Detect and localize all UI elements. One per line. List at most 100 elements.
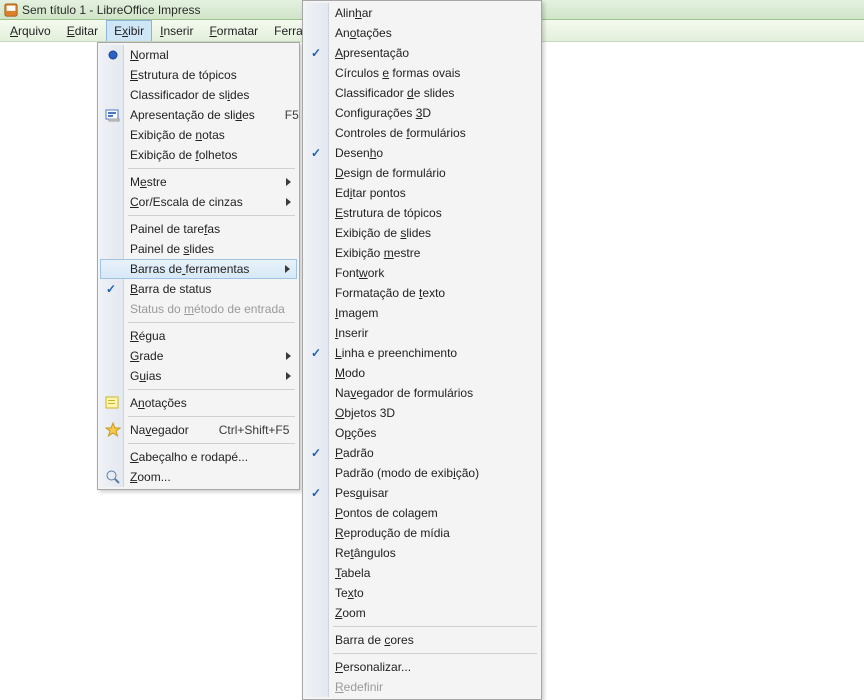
menu-item-label: Exibição de folhetos xyxy=(130,148,277,162)
exibir-item-normal[interactable]: Normal xyxy=(100,45,297,65)
toolbars-item-tabela[interactable]: Tabela xyxy=(305,563,539,583)
submenu-arrow-icon xyxy=(286,178,291,186)
toolbars-item-configuracoes-3d[interactable]: Configurações 3D xyxy=(305,103,539,123)
exibir-item-zoom[interactable]: Zoom... xyxy=(100,467,297,487)
exibir-item-guias[interactable]: Guias xyxy=(100,366,297,386)
menu-item-accelerator: Ctrl+Shift+F5 xyxy=(219,423,290,437)
toolbars-item-zoom[interactable]: Zoom xyxy=(305,603,539,623)
toolbars-item-inserir[interactable]: Inserir xyxy=(305,323,539,343)
toolbars-item-redefinir: Redefinir xyxy=(305,677,539,697)
toolbars-item-classificador-de-slides[interactable]: Classificador de slides xyxy=(305,83,539,103)
exibir-item-apresentacao-de-slides[interactable]: Apresentação de slides F5 xyxy=(100,105,297,125)
menu-item-label: Formatação de texto xyxy=(335,286,519,300)
menu-item-label: Inserir xyxy=(335,326,519,340)
toolbars-item-imagem[interactable]: Imagem xyxy=(305,303,539,323)
toolbars-item-estrutura-de-topicos[interactable]: Estrutura de tópicos xyxy=(305,203,539,223)
menu-item-label: Normal xyxy=(130,48,277,62)
menu-item-label: Régua xyxy=(130,329,277,343)
exibir-item-barras-de-ferramentas[interactable]: Barras de ferramentas xyxy=(100,259,297,279)
toolbars-item-exibicao-mestre[interactable]: Exibição mestre xyxy=(305,243,539,263)
toolbars-item-desenho[interactable]: ✓ Desenho xyxy=(305,143,539,163)
exibir-item-anotacoes[interactable]: Anotações xyxy=(100,393,297,413)
menu-item-label: Guias xyxy=(130,369,277,383)
menu-item-label: Exibição de notas xyxy=(130,128,277,142)
toolbars-item-modo[interactable]: Modo xyxy=(305,363,539,383)
exibir-item-regua[interactable]: Régua xyxy=(100,326,297,346)
menu-item-label: Zoom xyxy=(335,606,519,620)
menu-item-label: Desenho xyxy=(335,146,519,160)
menu-item-label: Design de formulário xyxy=(335,166,519,180)
toolbars-item-formatacao-de-texto[interactable]: Formatação de texto xyxy=(305,283,539,303)
toolbars-item-texto[interactable]: Texto xyxy=(305,583,539,603)
menu-separator xyxy=(128,215,295,216)
toolbars-item-padrao-modo-de-exibicao[interactable]: Padrão (modo de exibição) xyxy=(305,463,539,483)
menubar-item-editar[interactable]: Editar xyxy=(59,20,106,41)
menu-item-label: Reprodução de mídia xyxy=(335,526,519,540)
toolbars-item-apresentacao[interactable]: ✓Apresentação xyxy=(305,43,539,63)
menu-item-label: Navegador de formulários xyxy=(335,386,519,400)
exibir-item-status-do-metodo-de-entrada: Status do método de entrada xyxy=(100,299,297,319)
toolbars-item-pontos-de-colagem[interactable]: Pontos de colagem xyxy=(305,503,539,523)
toolbars-item-retangulos[interactable]: Retângulos xyxy=(305,543,539,563)
exibir-item-cabecalho-e-rodape[interactable]: Cabeçalho e rodapé... xyxy=(100,447,297,467)
exibir-item-painel-de-slides[interactable]: Painel de slides xyxy=(100,239,297,259)
toolbars-item-padrao[interactable]: ✓Padrão xyxy=(305,443,539,463)
check-icon: ✓ xyxy=(311,146,325,160)
exibir-item-classificador-de-slides[interactable]: Classificador de slides xyxy=(100,85,297,105)
toolbars-item-navegador-de-formularios[interactable]: Navegador de formulários xyxy=(305,383,539,403)
submenu-arrow-icon xyxy=(286,198,291,206)
check-icon: ✓ xyxy=(311,446,325,460)
slides-icon xyxy=(105,107,121,123)
menu-item-label: Apresentação de slides xyxy=(130,108,255,122)
exibir-item-exibicao-de-notas[interactable]: Exibição de notas xyxy=(100,125,297,145)
toolbars-item-controles-de-formularios[interactable]: Controles de formulários xyxy=(305,123,539,143)
toolbars-item-editar-pontos[interactable]: Editar pontos xyxy=(305,183,539,203)
zoom-icon xyxy=(105,469,121,485)
window-title: Sem título 1 - LibreOffice Impress xyxy=(22,0,201,20)
toolbars-item-exibicao-de-slides[interactable]: Exibição de slides xyxy=(305,223,539,243)
exibir-item-painel-de-tarefas[interactable]: Painel de tarefas xyxy=(100,219,297,239)
menubar-item-arquivo[interactable]: Arquivo xyxy=(2,20,59,41)
menu-item-label: Status do método de entrada xyxy=(130,302,285,316)
toolbars-item-barra-de-cores[interactable]: Barra de cores xyxy=(305,630,539,650)
app-icon xyxy=(4,3,18,17)
toolbars-item-alinhar[interactable]: Alinhar xyxy=(305,3,539,23)
menu-item-label: Controles de formulários xyxy=(335,126,519,140)
menu-separator xyxy=(333,653,537,654)
menu-item-label: Pontos de colagem xyxy=(335,506,519,520)
menu-separator xyxy=(128,168,295,169)
toolbars-item-reproducao-de-midia[interactable]: Reprodução de mídia xyxy=(305,523,539,543)
menu-separator xyxy=(333,626,537,627)
menubar-item-inserir[interactable]: Inserir xyxy=(152,20,201,41)
exibir-item-estrutura-de-topicos[interactable]: Estrutura de tópicos xyxy=(100,65,297,85)
menu-barras-de-ferramentas: Alinhar Anotações ✓ApresentaçãoCírculos e … xyxy=(302,0,542,700)
check-icon: ✓ xyxy=(311,46,325,60)
toolbars-item-anotacoes[interactable]: Anotações xyxy=(305,23,539,43)
exibir-item-cor-escala-de-cinzas[interactable]: Cor/Escala de cinzas xyxy=(100,192,297,212)
menu-item-label: Barras de ferramentas xyxy=(130,262,277,276)
exibir-item-navegador[interactable]: NavegadorCtrl+Shift+F5 xyxy=(100,420,297,440)
menu-item-label: Exibição mestre xyxy=(335,246,519,260)
toolbars-item-pesquisar[interactable]: ✓Pesquisar xyxy=(305,483,539,503)
menu-item-accelerator: F5 xyxy=(285,108,299,122)
toolbars-item-opcoes[interactable]: Opções xyxy=(305,423,539,443)
toolbars-item-fontwork[interactable]: Fontwork xyxy=(305,263,539,283)
menu-separator xyxy=(128,389,295,390)
toolbars-item-objetos-3d[interactable]: Objetos 3D xyxy=(305,403,539,423)
exibir-item-exibicao-de-folhetos[interactable]: Exibição de folhetos xyxy=(100,145,297,165)
exibir-item-mestre[interactable]: Mestre xyxy=(100,172,297,192)
toolbars-item-circulos-e-formas-ovais[interactable]: Círculos e formas ovais xyxy=(305,63,539,83)
toolbars-item-linha-e-preenchimento[interactable]: ✓Linha e preenchimento xyxy=(305,343,539,363)
toolbars-item-design-de-formulario[interactable]: Design de formulário xyxy=(305,163,539,183)
menubar-item-exibir[interactable]: Exibir xyxy=(106,20,152,41)
menu-item-label: Anotações xyxy=(335,26,519,40)
menu-item-label: Painel de tarefas xyxy=(130,222,277,236)
toolbars-item-personalizar[interactable]: Personalizar... xyxy=(305,657,539,677)
menu-item-label: Redefinir xyxy=(335,680,519,694)
menu-item-label: Classificador de slides xyxy=(130,88,277,102)
menu-item-label: Barra de status xyxy=(130,282,277,296)
menubar-item-formatar[interactable]: Formatar xyxy=(201,20,266,41)
exibir-item-grade[interactable]: Grade xyxy=(100,346,297,366)
menu-item-label: Objetos 3D xyxy=(335,406,519,420)
exibir-item-barra-de-status[interactable]: ✓Barra de status xyxy=(100,279,297,299)
